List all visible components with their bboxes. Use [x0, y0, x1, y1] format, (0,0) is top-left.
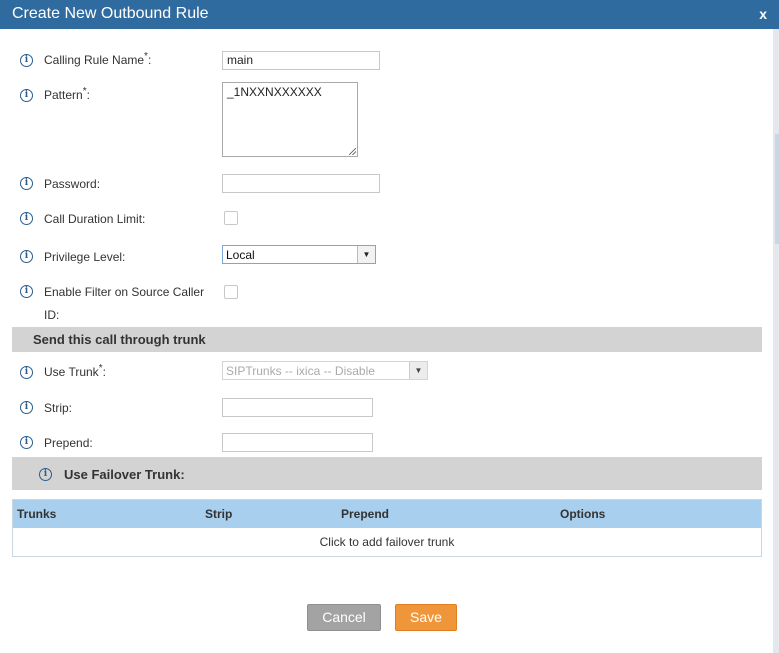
column-header-trunks: Trunks [17, 507, 57, 521]
prepend-label: Prepend: [44, 436, 93, 450]
info-icon[interactable]: i [20, 285, 33, 298]
privilege-level-value: Local [226, 248, 255, 262]
password-input[interactable] [222, 174, 380, 193]
failover-trunk-table: Trunks Strip Prepend Options Click to ad… [12, 499, 762, 557]
privilege-level-select[interactable]: Local ▼ [222, 245, 376, 264]
use-trunk-label: Use Trunk*: [44, 364, 106, 380]
call-duration-limit-checkbox[interactable] [224, 211, 238, 225]
use-trunk-value: SIPTrunks -- ixica -- Disable [226, 364, 375, 378]
trunk-section-header: Send this call through trunk [12, 327, 762, 352]
info-icon[interactable]: i [20, 401, 33, 414]
enable-filter-label-line1: Enable Filter on Source Caller [44, 285, 205, 299]
calling-rule-name-label: Calling Rule Name*: [44, 52, 152, 68]
trunk-section-title: Send this call through trunk [33, 332, 206, 347]
strip-label: Strip: [44, 401, 73, 415]
prepend-input[interactable] [222, 433, 373, 452]
failover-section-title: Use Failover Trunk: [64, 467, 185, 482]
scroll-track-mark [775, 134, 779, 244]
enable-filter-checkbox[interactable] [224, 285, 238, 299]
dialog-titlebar: Create New Outbound Rule x [0, 0, 779, 29]
save-button[interactable]: Save [395, 604, 457, 631]
pattern-label: Pattern*: [44, 87, 90, 103]
info-icon[interactable]: i [39, 468, 52, 481]
column-header-strip: Strip [205, 507, 233, 521]
failover-table-header: Trunks Strip Prepend Options [13, 500, 761, 528]
info-icon[interactable]: i [20, 212, 33, 225]
call-duration-limit-label: Call Duration Limit: [44, 212, 146, 226]
info-icon[interactable]: i [20, 89, 33, 102]
strip-input[interactable] [222, 398, 373, 417]
pattern-label-text: Pattern [44, 88, 83, 102]
label-colon: : [102, 365, 106, 379]
password-label: Password: [44, 177, 101, 191]
enable-filter-label-line2: ID: [44, 308, 60, 322]
column-header-prepend: Prepend [341, 507, 390, 521]
add-failover-trunk-link[interactable]: Click to add failover trunk [13, 528, 761, 556]
dialog-title: Create New Outbound Rule [12, 5, 209, 22]
failover-section-header: i Use Failover Trunk: [12, 457, 762, 490]
cancel-button[interactable]: Cancel [307, 604, 381, 631]
use-trunk-select[interactable]: SIPTrunks -- ixica -- Disable ▼ [222, 361, 428, 380]
info-icon[interactable]: i [20, 54, 33, 67]
info-icon[interactable]: i [20, 250, 33, 263]
info-icon[interactable]: i [20, 436, 33, 449]
info-icon[interactable]: i [20, 177, 33, 190]
column-header-options: Options [560, 507, 606, 521]
calling-rule-name-label-text: Calling Rule Name [44, 53, 145, 67]
info-icon[interactable]: i [20, 366, 33, 379]
dropdown-arrow-icon[interactable]: ▼ [357, 246, 375, 263]
scrollbar-edge [773, 29, 779, 653]
privilege-level-label: Privilege Level: [44, 250, 126, 264]
pattern-textarea[interactable]: _1NXXNXXXXXX [222, 82, 358, 157]
pattern-value: _1NXXNXXXXXX [227, 85, 322, 99]
create-outbound-rule-dialog: Create New Outbound Rule x i Calling Rul… [0, 0, 779, 653]
label-colon: : [86, 88, 90, 102]
close-button[interactable]: x [759, 6, 767, 22]
resize-handle-icon[interactable] [349, 148, 356, 155]
dropdown-arrow-icon[interactable]: ▼ [409, 362, 427, 379]
use-trunk-label-text: Use Trunk [44, 365, 99, 379]
calling-rule-name-value: main [227, 53, 254, 67]
label-colon: : [147, 53, 152, 67]
calling-rule-name-input[interactable]: main [222, 51, 380, 70]
